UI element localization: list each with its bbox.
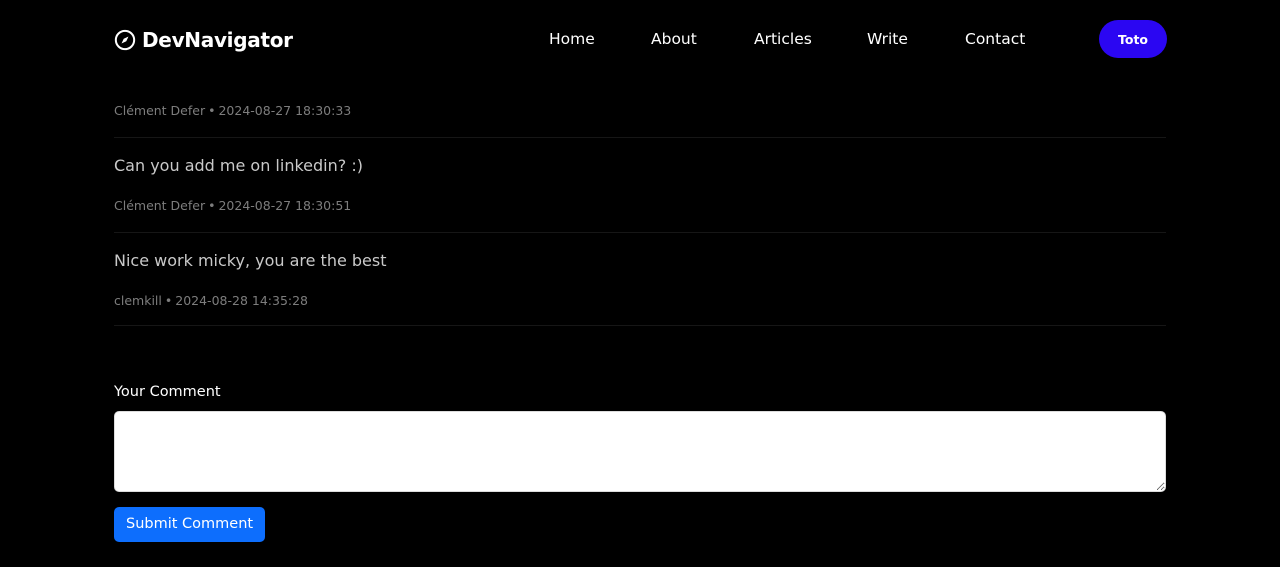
meta-separator: • bbox=[164, 293, 173, 308]
compass-icon bbox=[114, 29, 136, 51]
comment-meta: Clément Defer • 2024-08-27 18:30:33 bbox=[114, 103, 351, 119]
comment-meta: clemkill • 2024-08-28 14:35:28 bbox=[114, 293, 308, 309]
user-menu-button[interactable]: Toto bbox=[1099, 20, 1167, 58]
comment-form: Your Comment Submit Comment bbox=[114, 382, 1166, 542]
nav-write[interactable]: Write bbox=[867, 28, 908, 50]
nav-articles[interactable]: Articles bbox=[754, 28, 812, 50]
comment-text: Can you add me on linkedin? :) bbox=[114, 156, 363, 175]
comment-label: Your Comment bbox=[114, 384, 221, 400]
comment-date: 2024-08-27 18:30:51 bbox=[218, 198, 352, 213]
comment-author: clemkill bbox=[114, 293, 162, 308]
page: Clément Defer • 2024-08-27 18:30:33 Can yo… bbox=[0, 0, 1280, 567]
comment-date: 2024-08-27 18:30:33 bbox=[218, 103, 352, 118]
comment-item: Nice work micky, you are the best clemki… bbox=[114, 233, 1166, 326]
comment-author: Clément Defer bbox=[114, 103, 206, 118]
nav-contact[interactable]: Contact bbox=[965, 28, 1025, 50]
brand-logo[interactable]: DevNavigator bbox=[114, 26, 293, 54]
site-header: DevNavigator Home About Articles Write C… bbox=[0, 0, 1280, 80]
comment-meta: Clément Defer • 2024-08-27 18:30:51 bbox=[114, 198, 351, 214]
nav-home[interactable]: Home bbox=[549, 28, 595, 50]
comments-list: Clément Defer • 2024-08-27 18:30:33 Can yo… bbox=[114, 38, 1166, 326]
nav-about[interactable]: About bbox=[651, 28, 697, 50]
comment-textarea[interactable] bbox=[114, 411, 1166, 492]
comment-author: Clément Defer bbox=[114, 198, 206, 213]
brand-name: DevNavigator bbox=[142, 28, 293, 52]
meta-separator: • bbox=[208, 103, 216, 118]
submit-comment-button[interactable]: Submit Comment bbox=[114, 507, 266, 542]
comment-item: Can you add me on linkedin? :) Clément D… bbox=[114, 138, 1166, 233]
comment-date: 2024-08-28 14:35:28 bbox=[175, 293, 309, 308]
comment-text: Nice work micky, you are the best bbox=[114, 251, 387, 270]
meta-separator: • bbox=[208, 198, 216, 213]
